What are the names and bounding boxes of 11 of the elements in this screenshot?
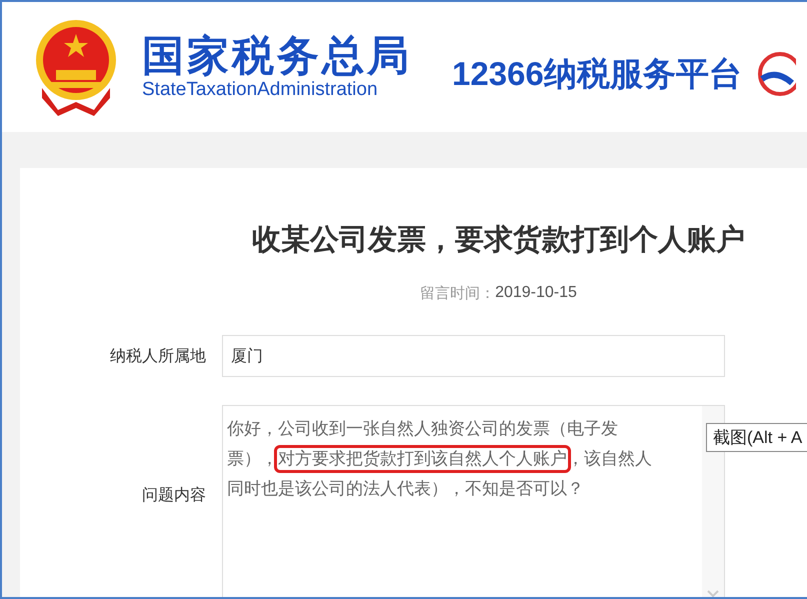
site-title: 国家税务总局	[142, 32, 412, 79]
article-title: 收某公司发票，要求货款打到个人账户	[251, 221, 746, 258]
field-label: 纳税人所属地	[109, 346, 207, 366]
post-date: 2019-10-15	[495, 284, 577, 303]
question-text: 你好，公司收到一张自然人独资公司的发票（电子发票），对方要求把货款打到该自然人个人账户，该自然人同时也是该公司的法人代表），不知是否可以？	[226, 418, 653, 501]
input-field[interactable]: 厦门	[222, 335, 725, 377]
tooltip: 截图(Alt + A	[706, 423, 807, 452]
service-name: 12366纳税服务平台	[452, 54, 742, 94]
site-subtitle: StateTaxationAdministration	[142, 78, 379, 102]
field-label: 问题内容	[141, 484, 207, 506]
date-label: 留言时间：	[420, 284, 496, 303]
